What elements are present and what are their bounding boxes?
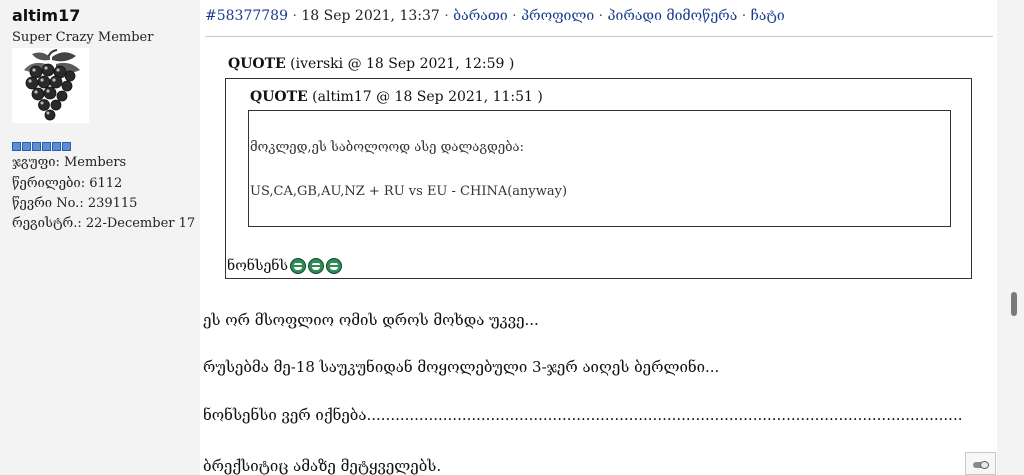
private-message-link[interactable]: პირადი მიმოწერა xyxy=(608,8,738,24)
rank-pip xyxy=(52,142,61,151)
separator: · xyxy=(439,8,454,24)
user-card-link[interactable]: ბარათი xyxy=(453,8,508,24)
rank-pips xyxy=(12,142,71,151)
toggle-switch-button[interactable] xyxy=(965,452,996,475)
header-divider xyxy=(205,36,993,37)
page-scrollbar[interactable] xyxy=(997,0,1024,475)
rank-pip xyxy=(32,142,41,151)
separator: · xyxy=(288,8,302,24)
post-header: #58377789 · 18 Sep 2021, 13:37 · ბარათი … xyxy=(205,8,785,24)
inner-quote-label: QUOTE xyxy=(250,89,308,105)
chat-link[interactable]: ჩატი xyxy=(751,8,785,24)
outer-quote-reply: ნონსენს xyxy=(227,258,343,274)
user-registered: რეგისტრ.: 22-December 17 xyxy=(12,216,196,231)
post-id-link[interactable]: #58377789 xyxy=(205,8,288,24)
post-text-line: ნონსენსი ვერ იქნება.....................… xyxy=(203,406,963,424)
post-date: 18 Sep 2021, 13:37 xyxy=(301,8,440,24)
laughing-smiley-icon xyxy=(326,258,343,274)
inner-quote-title: QUOTE (altim17 @ 18 Sep 2021, 11:51 ) xyxy=(250,89,543,105)
inner-quote-box xyxy=(248,110,951,227)
inner-quote-line: US,CA,GB,AU,NZ + RU vs EU - CHINA(anyway… xyxy=(250,184,568,199)
user-title: Super Crazy Member xyxy=(12,30,154,45)
username[interactable]: altim17 xyxy=(12,6,80,25)
inner-quote-meta: (altim17 @ 18 Sep 2021, 11:51 ) xyxy=(307,89,543,105)
user-avatar[interactable] xyxy=(12,48,89,123)
user-member-number: წევრი No.: 239115 xyxy=(12,196,138,211)
outer-quote-title: QUOTE (iverski @ 18 Sep 2021, 12:59 ) xyxy=(228,56,514,72)
rank-pip xyxy=(42,142,51,151)
post-content: #58377789 · 18 Sep 2021, 13:37 · ბარათი … xyxy=(200,0,997,475)
separator: · xyxy=(507,8,522,24)
user-post-count: წერილები: 6112 xyxy=(12,176,123,191)
profile-link[interactable]: პროფილი xyxy=(521,8,594,24)
rank-pip xyxy=(22,142,31,151)
grapes-avatar-icon xyxy=(24,49,80,121)
outer-quote-reply-text: ნონსენს xyxy=(227,258,289,274)
separator: · xyxy=(737,8,751,24)
inner-quote-line: მოკლედ,ეს საბოლოოდ ასე დალაგდება: xyxy=(250,140,524,155)
user-group: ჯგუფი: Members xyxy=(12,155,127,170)
post-text-line: ბრექსიტიც ამაზე მეტყველებს. xyxy=(203,457,442,475)
laughing-smiley-icon xyxy=(308,258,325,274)
scrollbar-thumb[interactable] xyxy=(1011,292,1017,316)
rank-pip xyxy=(62,142,71,151)
toggle-knob-icon xyxy=(980,461,989,469)
user-info-panel: altim17 Super Crazy Member ჯგუფი: Member… xyxy=(0,0,200,475)
separator: · xyxy=(594,8,608,24)
post-text-line: ეს ორ მსოფლიო ომის დროს მოხდა უკვე... xyxy=(203,311,539,329)
outer-quote-meta: (iverski @ 18 Sep 2021, 12:59 ) xyxy=(285,56,515,72)
outer-quote-label: QUOTE xyxy=(228,56,286,72)
rank-pip xyxy=(12,142,21,151)
post-text-line: რუსებმა მე-18 საუკუნიდან მოყოლებული 3-ჯე… xyxy=(203,358,720,376)
laughing-smiley-icon xyxy=(290,258,307,274)
